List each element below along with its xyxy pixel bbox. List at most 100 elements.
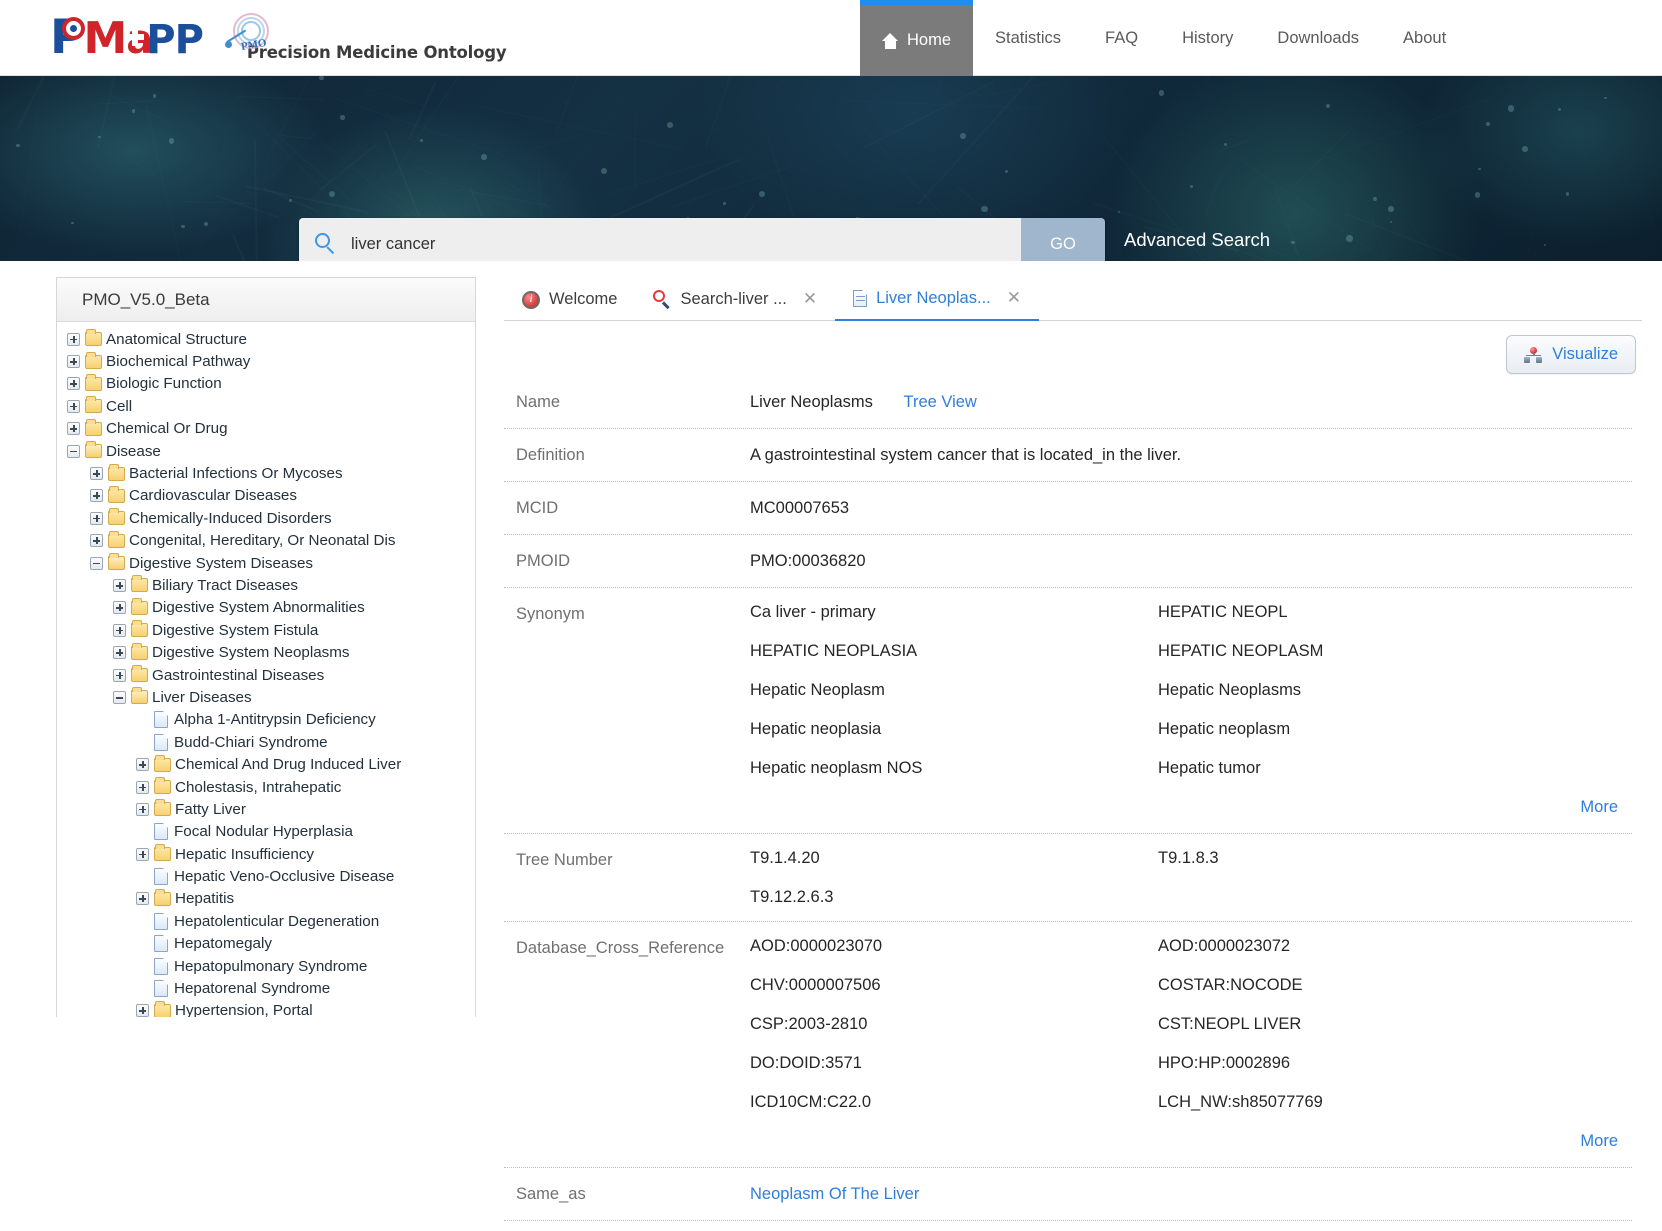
visualize-button[interactable]: Visualize xyxy=(1506,335,1636,374)
tree-node-digestive-system-diseases[interactable]: Digestive System Diseases xyxy=(67,552,475,574)
dbx-right-item: HPO:HP:0002896 xyxy=(1158,1054,1291,1072)
collapse-icon[interactable] xyxy=(113,690,126,704)
tree-node-hepatic-veno-occlusive-disease[interactable]: Hepatic Veno-Occlusive Disease xyxy=(67,865,475,887)
expand-icon[interactable] xyxy=(113,623,126,637)
nav-item-history[interactable]: History xyxy=(1160,0,1255,76)
tree-node-digestive-system-fistula[interactable]: Digestive System Fistula xyxy=(67,619,475,641)
tree-node-digestive-system-neoplasms[interactable]: Digestive System Neoplasms xyxy=(67,641,475,663)
tree-node-fatty-liver[interactable]: Fatty Liver xyxy=(67,798,475,820)
tree-node-hepatopulmonary-syndrome[interactable]: Hepatopulmonary Syndrome xyxy=(67,955,475,977)
document-icon xyxy=(154,733,168,751)
expand-icon[interactable] xyxy=(136,758,149,772)
tree-node-chemical-and-drug-induced-liver[interactable]: Chemical And Drug Induced Liver xyxy=(67,753,475,775)
tab-welcome[interactable]: Welcome xyxy=(504,290,635,320)
search-box[interactable] xyxy=(299,218,1021,261)
tree-node-label: Hepatomegaly xyxy=(174,935,272,953)
tree-node-chemical-or-drug[interactable]: Chemical Or Drug xyxy=(67,418,475,440)
expand-icon[interactable] xyxy=(113,646,126,660)
expand-icon[interactable] xyxy=(67,422,80,436)
tab-close-icon[interactable]: ✕ xyxy=(803,289,817,309)
tree-node-focal-nodular-hyperplasia[interactable]: Focal Nodular Hyperplasia xyxy=(67,821,475,843)
tree-node-label: Cell xyxy=(106,397,133,415)
folder-icon xyxy=(108,508,125,526)
tree-node-label: Biliary Tract Diseases xyxy=(152,576,299,594)
tree-node-cholestasis-intrahepatic[interactable]: Cholestasis, Intrahepatic xyxy=(67,776,475,798)
same-as-link[interactable]: Neoplasm Of The Liver xyxy=(750,1185,919,1203)
expand-icon[interactable] xyxy=(136,802,149,816)
syn-left-item: HEPATIC NEOPLASIA xyxy=(750,642,918,660)
expand-icon[interactable] xyxy=(90,467,103,481)
detail-label-dbxref: Database_Cross_Reference xyxy=(516,939,725,957)
expand-icon[interactable] xyxy=(90,489,103,503)
expand-icon[interactable] xyxy=(136,892,149,906)
tn-right-item: T9.1.8.3 xyxy=(1158,849,1219,867)
expand-icon[interactable] xyxy=(113,668,126,682)
pmapp-wordmark: P M a PP xyxy=(50,10,204,65)
dbxref-more-link[interactable]: More xyxy=(750,1112,1632,1153)
detail-row-same-as: Same_as Neoplasm Of The Liver xyxy=(504,1167,1632,1220)
tree-node-anatomical-structure[interactable]: Anatomical Structure xyxy=(67,328,475,350)
synonym-more-link[interactable]: More xyxy=(750,778,1632,819)
tree-view-link[interactable]: Tree View xyxy=(903,393,976,411)
search-input[interactable] xyxy=(349,233,999,255)
tree-node-hepatitis[interactable]: Hepatitis xyxy=(67,888,475,910)
nav-item-home[interactable]: Home xyxy=(860,0,974,76)
tree-node-disease[interactable]: Disease xyxy=(67,440,475,462)
collapse-icon[interactable] xyxy=(90,556,103,570)
tree-node-hepatomegaly[interactable]: Hepatomegaly xyxy=(67,933,475,955)
tree-node-label: Focal Nodular Hyperplasia xyxy=(174,823,353,841)
expand-icon[interactable] xyxy=(90,534,103,548)
tree-node-bacterial-infections-or-mycoses[interactable]: Bacterial Infections Or Mycoses xyxy=(67,462,475,484)
collapse-icon[interactable] xyxy=(67,444,80,458)
tree-node-liver-diseases[interactable]: Liver Diseases xyxy=(67,686,475,708)
tree-node-cardiovascular-diseases[interactable]: Cardiovascular Diseases xyxy=(67,485,475,507)
syn-left-item: Hepatic neoplasia xyxy=(750,720,882,738)
tree-node-hepatorenal-syndrome[interactable]: Hepatorenal Syndrome xyxy=(67,977,475,999)
expand-icon[interactable] xyxy=(136,1004,149,1017)
expand-icon[interactable] xyxy=(113,578,126,592)
dbx-right-item: LCH_NW:sh85077769 xyxy=(1158,1093,1323,1111)
tree-node-gastrointestinal-diseases[interactable]: Gastrointestinal Diseases xyxy=(67,664,475,686)
expand-icon[interactable] xyxy=(67,399,80,413)
detail-row-dbxref: Database_Cross_Reference AOD:0000023070 C… xyxy=(504,921,1632,1167)
nav-item-downloads[interactable]: Downloads xyxy=(1255,0,1381,76)
tree-node-hepatic-insufficiency[interactable]: Hepatic Insufficiency xyxy=(67,843,475,865)
expand-icon[interactable] xyxy=(90,511,103,525)
tree-node-digestive-system-abnormalities[interactable]: Digestive System Abnormalities xyxy=(67,597,475,619)
tree-node-alpha-1-antitrypsin-deficiency[interactable]: Alpha 1-Antitrypsin Deficiency xyxy=(67,709,475,731)
tree-node-hepatolenticular-degeneration[interactable]: Hepatolenticular Degeneration xyxy=(67,910,475,932)
syn-left-item: Ca liver - primary xyxy=(750,603,876,621)
tab-liver-neoplasms[interactable]: Liver Neoplas... ✕ xyxy=(835,288,1039,321)
expand-icon[interactable] xyxy=(67,355,80,369)
dbx-left-item: CHV:0000007506 xyxy=(750,976,881,994)
advanced-search-link[interactable]: Advanced Search xyxy=(1124,229,1270,251)
document-icon xyxy=(154,980,168,998)
nav-item-statistics[interactable]: Statistics xyxy=(973,0,1083,76)
ontology-sidebar: PMO_V5.0_Beta Anatomical Structure Bioche… xyxy=(56,277,476,1017)
syn-right-item: HEPATIC NEOPL xyxy=(1158,603,1288,621)
folder-icon xyxy=(131,597,148,615)
expand-icon[interactable] xyxy=(67,332,80,346)
tree-node-hypertension-portal[interactable]: Hypertension, Portal xyxy=(67,1000,475,1017)
tree-node-biliary-tract-diseases[interactable]: Biliary Tract Diseases xyxy=(67,574,475,596)
expand-icon[interactable] xyxy=(67,377,80,391)
tab-close-icon[interactable]: ✕ xyxy=(1007,288,1021,308)
expand-icon[interactable] xyxy=(113,601,126,615)
nav-item-about[interactable]: About xyxy=(1381,0,1468,76)
tree-node-congenital-hereditary-or-neonatal-dis[interactable]: Congenital, Hereditary, Or Neonatal Dis xyxy=(67,530,475,552)
tab-search-liver[interactable]: Search-liver ... ✕ xyxy=(635,289,835,320)
brand-logo[interactable]: P M a PP PMO Precision Medicine Ontology xyxy=(50,10,507,65)
tree-node-budd-chiari-syndrome[interactable]: Budd-Chiari Syndrome xyxy=(67,731,475,753)
dbx-left-item: ICD10CM:C22.0 xyxy=(750,1093,872,1111)
expand-icon[interactable] xyxy=(136,780,149,794)
nav-item-faq[interactable]: FAQ xyxy=(1083,0,1160,76)
tree-node-biochemical-pathway[interactable]: Biochemical Pathway xyxy=(67,350,475,372)
tab-label-liver-neoplasms: Liver Neoplas... xyxy=(876,288,991,307)
dbx-right-item: AOD:0000023072 xyxy=(1158,937,1291,955)
expand-icon[interactable] xyxy=(136,847,149,861)
visualize-label: Visualize xyxy=(1552,345,1618,363)
tree-node-biologic-function[interactable]: Biologic Function xyxy=(67,373,475,395)
go-button[interactable]: GO xyxy=(1021,218,1105,261)
tree-node-cell[interactable]: Cell xyxy=(67,395,475,417)
tree-node-chemically-induced-disorders[interactable]: Chemically-Induced Disorders xyxy=(67,507,475,529)
